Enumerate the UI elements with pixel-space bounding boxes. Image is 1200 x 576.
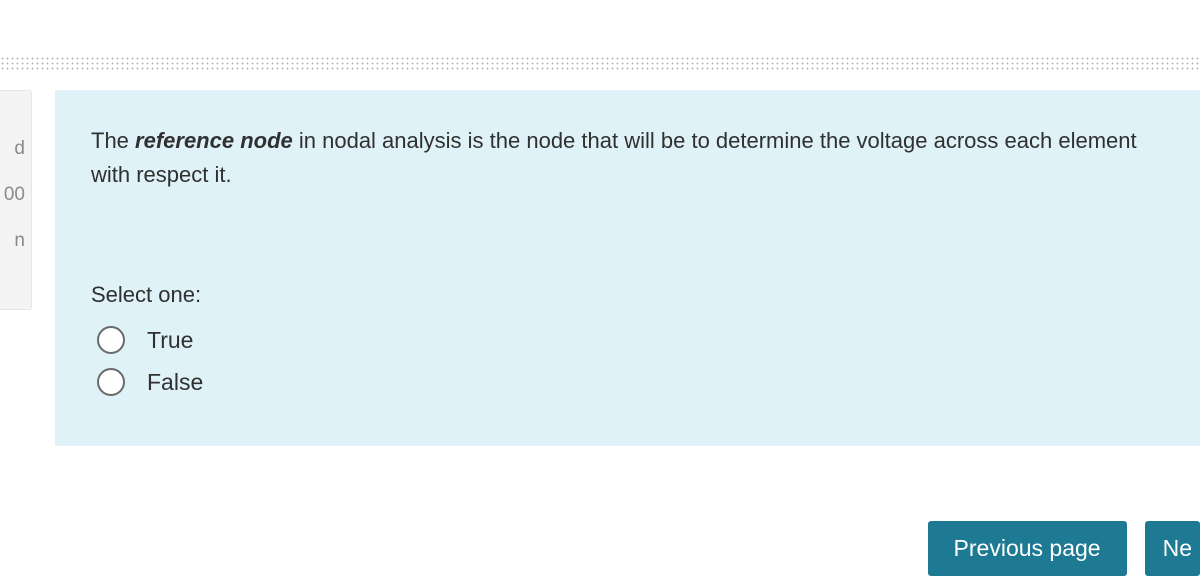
- answer-block: Select one: True False: [91, 282, 1164, 396]
- option-false-label[interactable]: False: [147, 369, 203, 396]
- sidebar-fragment: d: [0, 131, 25, 177]
- question-text: The reference node in nodal analysis is …: [91, 124, 1164, 192]
- sidebar-fragment: n: [0, 223, 25, 269]
- nav-buttons: Previous page Ne: [928, 521, 1200, 576]
- radio-false[interactable]: [97, 368, 125, 396]
- question-text-emph: reference node: [135, 128, 293, 153]
- option-true-label[interactable]: True: [147, 327, 193, 354]
- next-page-button[interactable]: Ne: [1145, 521, 1200, 576]
- sidebar-fragment: 00: [0, 177, 25, 223]
- option-false-row[interactable]: False: [97, 368, 1164, 396]
- option-true-row[interactable]: True: [97, 326, 1164, 354]
- question-info-panel: d 00 n: [0, 90, 32, 310]
- question-text-pre: The: [91, 128, 135, 153]
- radio-true[interactable]: [97, 326, 125, 354]
- previous-page-button[interactable]: Previous page: [928, 521, 1127, 576]
- select-one-prompt: Select one:: [91, 282, 1164, 308]
- question-card: The reference node in nodal analysis is …: [55, 90, 1200, 446]
- divider-dotted: [0, 56, 1200, 72]
